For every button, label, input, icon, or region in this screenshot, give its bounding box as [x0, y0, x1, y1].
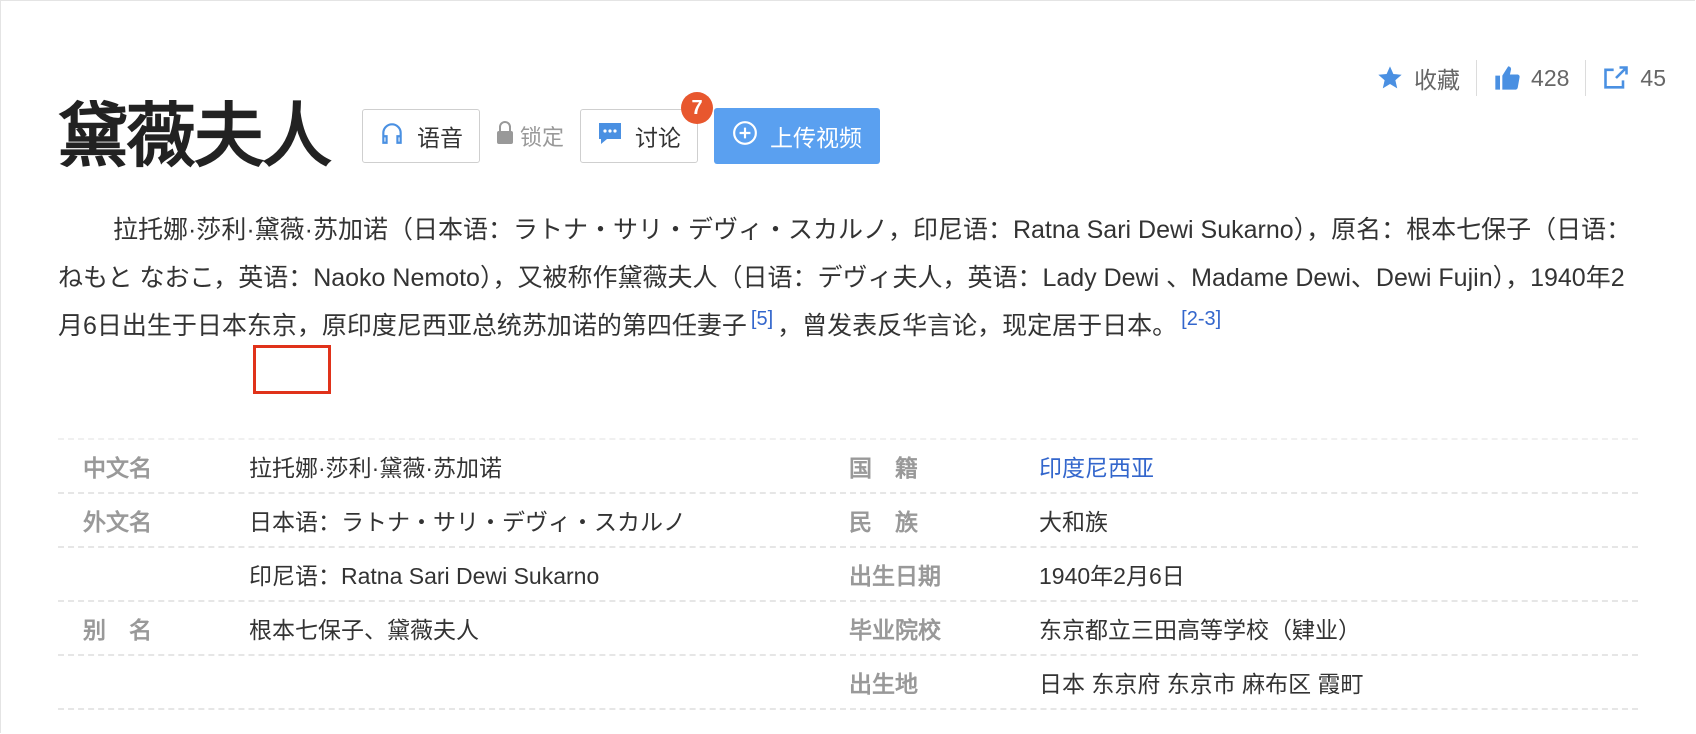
collect-button[interactable]: 收藏: [1360, 61, 1476, 95]
info-value: 日本 东京府 东京市 麻布区 霞町: [1039, 671, 1364, 697]
info-value: 大和族: [1039, 509, 1108, 535]
info-label: 中文名: [83, 455, 152, 481]
table-row: 印尼语：Ratna Sari Dewi Sukarno 出生日期 1940年2月…: [58, 548, 1638, 602]
info-label: 民 族: [849, 509, 918, 535]
info-value: 日本语：ラトナ・サリ・デヴィ・スカルノ: [249, 509, 686, 535]
info-value: 东京都立三田高等学校（肄业）: [1039, 617, 1361, 643]
info-label: 外文名: [83, 509, 152, 535]
thumbs-up-icon: [1493, 64, 1521, 92]
plus-circle-icon: [732, 120, 758, 152]
info-value: 印尼语：Ratna Sari Dewi Sukarno: [249, 563, 600, 589]
voice-label: 语音: [417, 125, 463, 151]
share-icon: [1602, 64, 1630, 92]
reference-link[interactable]: [5]: [747, 308, 777, 330]
like-button[interactable]: 428: [1477, 64, 1585, 92]
upload-video-button[interactable]: 上传视频: [714, 108, 881, 164]
lock-button[interactable]: 锁定: [496, 120, 564, 152]
discuss-count-badge: 7: [681, 92, 714, 124]
chat-bubble-icon: [597, 121, 623, 151]
info-label: 国 籍: [849, 455, 918, 481]
table-row: 外文名 日本语：ラトナ・サリ・デヴィ・スカルノ 民 族 大和族: [58, 494, 1638, 548]
discuss-button[interactable]: 讨论 7: [580, 92, 714, 163]
headphones-icon: [379, 120, 405, 152]
lock-icon: [496, 121, 514, 151]
upload-label: 上传视频: [770, 125, 863, 151]
page-title: 黛薇夫人: [58, 95, 332, 177]
star-icon: [1376, 64, 1404, 92]
info-label: 出生地: [849, 671, 918, 697]
collect-label: 收藏: [1414, 67, 1461, 93]
share-count: 45: [1640, 64, 1666, 91]
nationality-link[interactable]: 印度尼西亚: [1039, 449, 1154, 483]
info-value: 1940年2月6日: [1039, 563, 1185, 589]
discuss-label: 讨论: [635, 125, 682, 151]
info-label: 别 名: [83, 617, 152, 643]
lock-label: 锁定: [520, 125, 565, 150]
table-row: 别 名 根本七保子、黛薇夫人 毕业院校 东京都立三田高等学校（肄业）: [58, 602, 1638, 656]
like-count: 428: [1531, 64, 1570, 91]
info-value: 根本七保子、黛薇夫人: [249, 617, 479, 643]
table-row: 中文名 拉托娜·莎利·黛薇·苏加诺 国 籍 印度尼西亚: [58, 438, 1638, 494]
summary-text: ，曾发表反华言论，现定居于日本。: [777, 312, 1178, 340]
info-value: 拉托娜·莎利·黛薇·苏加诺: [249, 455, 502, 481]
voice-button[interactable]: 语音: [362, 109, 480, 163]
title-row: 黛薇夫人 语音 锁定 讨论 7 上传视频: [58, 92, 881, 177]
reference-link-highlighted[interactable]: [2-3]: [1177, 308, 1225, 330]
action-bar: 收藏 428 45: [1360, 60, 1682, 96]
info-label: 毕业院校: [849, 617, 941, 643]
summary-paragraph: 拉托娜·莎利·黛薇·苏加诺（日本语：ラトナ・サリ・デヴィ・スカルノ，印尼语：Ra…: [58, 206, 1638, 350]
share-button[interactable]: 45: [1586, 64, 1682, 92]
table-row: 出生地 日本 东京府 东京市 麻布区 霞町: [58, 656, 1638, 710]
info-label: 出生日期: [849, 563, 941, 589]
info-table: 中文名 拉托娜·莎利·黛薇·苏加诺 国 籍 印度尼西亚 外文名 日本语：ラトナ・…: [58, 438, 1638, 710]
